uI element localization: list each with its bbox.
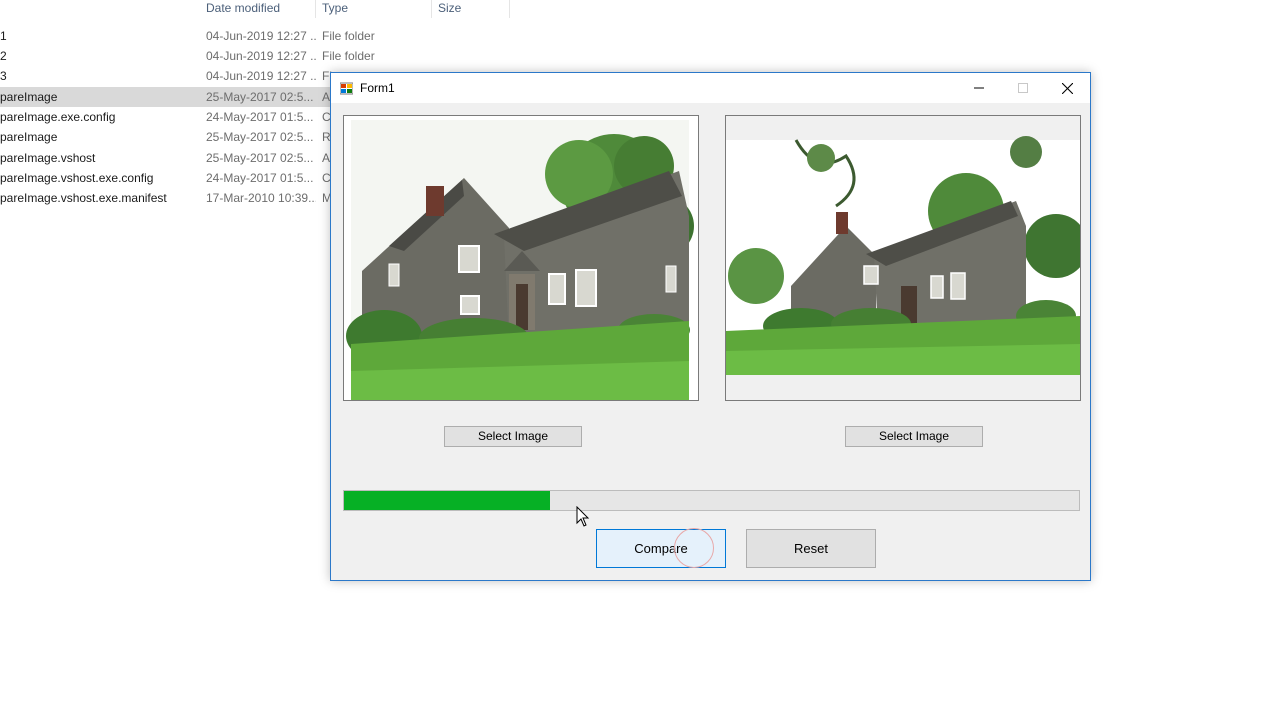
file-name: 1 — [0, 29, 7, 43]
column-header-date[interactable]: Date modified — [200, 0, 316, 18]
title-bar[interactable]: Form1 — [331, 73, 1090, 103]
reset-button[interactable]: Reset — [746, 529, 876, 568]
file-name: pareImage.exe.config — [0, 110, 116, 124]
file-row[interactable]: 1 04-Jun-2019 12:27 ... File folder — [0, 26, 375, 46]
file-name: pareImage.vshost — [0, 151, 96, 165]
picture-box-1 — [343, 115, 699, 401]
file-row[interactable]: pareImage 25-May-2017 02:5... R — [0, 127, 331, 147]
column-header-type[interactable]: Type — [316, 0, 432, 18]
house-image-2 — [726, 116, 1080, 400]
minimize-button[interactable] — [957, 73, 1001, 103]
file-date: 17-Mar-2010 10:39... — [206, 191, 316, 205]
file-name: 2 — [0, 49, 7, 63]
mouse-cursor — [576, 505, 590, 531]
file-row[interactable]: 3 04-Jun-2019 12:27 ... Fi — [0, 66, 332, 86]
file-name: pareImage.vshost.exe.config — [0, 171, 154, 185]
maximize-icon — [1018, 83, 1028, 93]
progress-bar — [343, 490, 1080, 511]
minimize-icon — [974, 87, 984, 89]
file-date: 24-May-2017 01:5... — [206, 110, 314, 124]
picture-box-2 — [725, 115, 1081, 401]
file-row[interactable]: pareImage.exe.config 24-May-2017 01:5...… — [0, 107, 331, 127]
file-name: 3 — [0, 69, 7, 83]
file-date: 24-May-2017 01:5... — [206, 171, 314, 185]
window-title: Form1 — [360, 81, 395, 95]
app-icon[interactable] — [339, 82, 354, 95]
file-date: 04-Jun-2019 12:27 ... — [206, 69, 316, 83]
file-date: 04-Jun-2019 12:27 ... — [206, 29, 316, 43]
select-image-button-1[interactable]: Select Image — [444, 426, 582, 447]
maximize-button[interactable] — [1001, 73, 1045, 103]
file-row[interactable]: pareImage.vshost 25-May-2017 02:5... A — [0, 148, 330, 168]
file-row[interactable]: pareImage.vshost.exe.config 24-May-2017 … — [0, 168, 331, 188]
select-image-button-2[interactable]: Select Image — [845, 426, 983, 447]
close-button[interactable] — [1045, 73, 1089, 103]
file-row[interactable]: 2 04-Jun-2019 12:27 ... File folder — [0, 46, 375, 66]
file-name: pareImage.vshost.exe.manifest — [0, 191, 167, 205]
column-header-size[interactable]: Size — [432, 0, 510, 18]
file-date: 25-May-2017 02:5... — [206, 90, 314, 104]
file-date: 25-May-2017 02:5... — [206, 151, 314, 165]
file-type: File folder — [322, 49, 375, 63]
file-date: 25-May-2017 02:5... — [206, 130, 314, 144]
close-icon — [1061, 82, 1073, 94]
file-name: pareImage — [0, 90, 58, 104]
progress-bar-fill — [344, 491, 550, 510]
form1-window: Form1 Select Image Select Image Compare … — [330, 72, 1091, 581]
file-row-selected[interactable]: pareImage 25-May-2017 02:5... A — [0, 87, 330, 107]
file-date: 04-Jun-2019 12:27 ... — [206, 49, 316, 63]
house-image-1 — [344, 116, 698, 400]
file-row[interactable]: pareImage.vshost.exe.manifest 17-Mar-201… — [0, 188, 332, 208]
file-name: pareImage — [0, 130, 58, 144]
click-indicator — [674, 528, 714, 568]
file-type: File folder — [322, 29, 375, 43]
